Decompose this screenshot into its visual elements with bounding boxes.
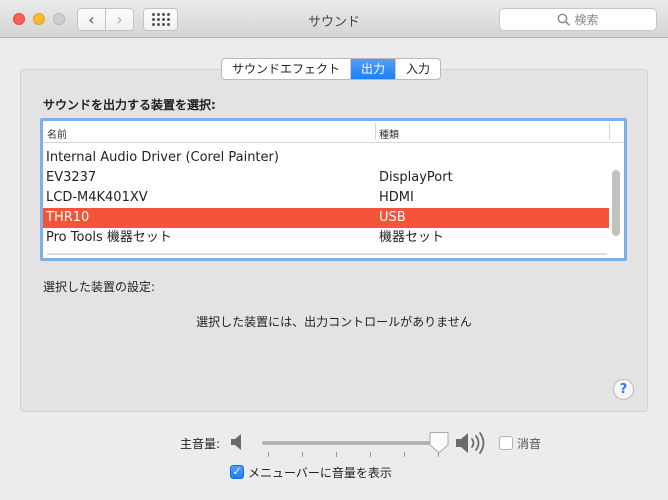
question-icon: ? — [619, 382, 628, 397]
device-name: Internal Audio Driver (Corel Painter) — [46, 150, 279, 165]
mute-checkbox[interactable] — [499, 436, 513, 450]
search-placeholder: 検索 — [574, 13, 599, 27]
device-type: HDMI — [379, 190, 414, 205]
table-row-selected[interactable]: THR10 USB — [43, 208, 609, 228]
device-name: LCD-M4K401XV — [46, 190, 148, 205]
checkmark-icon: ✓ — [232, 465, 242, 478]
no-controls-message: 選択した装置には、出力コントロールがありません — [196, 315, 472, 329]
search-field[interactable]: 検索 — [499, 8, 657, 31]
list-divider — [47, 253, 607, 255]
mute-label: 消音 — [517, 437, 542, 451]
search-icon — [558, 13, 571, 26]
device-type: 機器セット — [379, 230, 445, 245]
column-header-type[interactable]: 種類 — [379, 126, 399, 141]
tab-output[interactable]: 出力 — [351, 59, 397, 79]
column-header-name[interactable]: 名前 — [47, 126, 67, 141]
help-button[interactable]: ? — [613, 379, 634, 400]
device-name: Pro Tools 機器セット — [46, 230, 172, 245]
table-row[interactable]: Internal Audio Driver (Corel Painter) — [43, 148, 609, 168]
table-row[interactable]: Pro Tools 機器セット 機器セット — [43, 228, 609, 248]
volume-slider-knob[interactable] — [429, 431, 449, 455]
output-volume-label: 主音量: — [180, 437, 221, 451]
show-volume-in-menubar-label: メニューバーに音量を表示 — [248, 466, 392, 480]
volume-slider[interactable] — [262, 441, 440, 445]
list-scrollbar[interactable] — [612, 170, 620, 236]
table-row[interactable]: LCD-M4K401XV HDMI — [43, 188, 609, 208]
volume-slider-fill — [263, 442, 436, 444]
device-type: DisplayPort — [379, 170, 453, 185]
device-select-label: サウンドを出力する装置を選択: — [43, 98, 216, 112]
table-row[interactable]: EV3237 DisplayPort — [43, 168, 609, 188]
device-name: THR10 — [46, 210, 90, 225]
speaker-high-icon — [456, 432, 485, 454]
device-settings-label: 選択した装置の設定: — [43, 280, 156, 294]
output-device-list[interactable]: 名前 種類 Internal Audio Driver (Corel Paint… — [40, 118, 627, 261]
speaker-low-icon — [231, 434, 241, 450]
tab-input[interactable]: 入力 — [396, 59, 440, 79]
device-type: USB — [379, 210, 406, 225]
tab-sound-effects[interactable]: サウンドエフェクト — [222, 59, 352, 79]
list-header: 名前 種類 — [43, 121, 624, 143]
tab-bar: サウンドエフェクト 出力 入力 — [221, 58, 442, 80]
device-name: EV3237 — [46, 170, 97, 185]
show-volume-in-menubar-checkbox[interactable]: ✓ — [230, 465, 244, 479]
title-bar: ‹ › サウンド 検索 — [0, 0, 668, 38]
